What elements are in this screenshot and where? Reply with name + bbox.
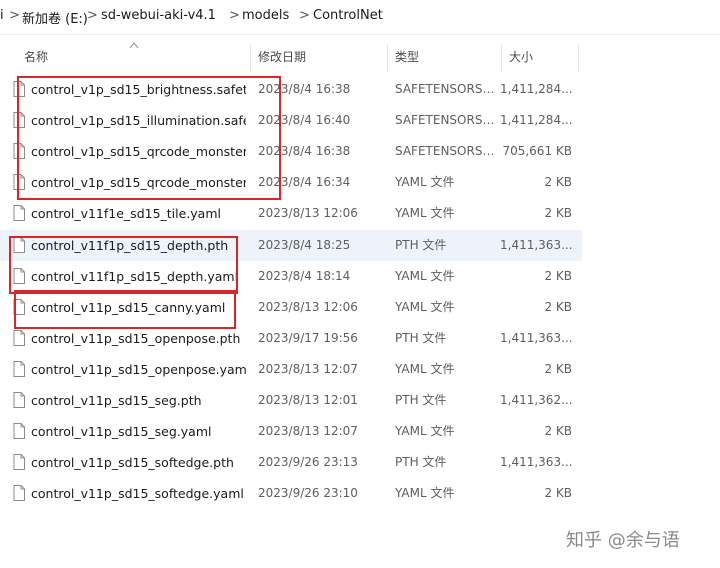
column-divider[interactable]: [578, 44, 579, 72]
file-name: control_v11p_sd15_openpose.yaml: [31, 361, 246, 377]
file-size: 2 KB: [544, 361, 572, 376]
file-type: YAML 文件: [395, 361, 455, 376]
file-size: 1,411,363...: [500, 330, 572, 345]
file-type: PTH 文件: [395, 330, 447, 345]
file-date: 2023/8/13 12:06: [258, 206, 358, 221]
breadcrumb-separator: >: [299, 8, 310, 23]
file-row[interactable]: control_v11p_sd15_seg.pth 2023/8/13 12:01…: [0, 385, 582, 416]
file-type: YAML 文件: [395, 268, 455, 283]
file-size: 2 KB: [544, 299, 572, 314]
file-type: PTH 文件: [395, 237, 447, 252]
file-type: YAML 文件: [395, 486, 455, 501]
file-type: SAFETENSORS ...: [395, 144, 495, 159]
file-size: 2 KB: [544, 486, 572, 501]
breadcrumb-item-drive[interactable]: 新加卷 (E:): [22, 8, 88, 27]
file-size: 1,411,284...: [500, 113, 572, 128]
file-date: 2023/8/4 18:25: [258, 237, 351, 252]
file-row[interactable]: control_v11p_sd15_seg.yaml 2023/8/13 12:0…: [0, 416, 582, 447]
file-type: PTH 文件: [395, 455, 447, 470]
file-name: control_v11p_sd15_softedge.yaml: [31, 486, 244, 502]
file-row[interactable]: control_v11p_sd15_openpose.yaml 2023/8/13…: [0, 354, 582, 385]
highlight-box-v1p-group: [17, 76, 281, 200]
breadcrumb-item-models[interactable]: models: [242, 8, 289, 23]
breadcrumb-separator: >: [87, 8, 98, 23]
file-type: PTH 文件: [395, 393, 447, 407]
column-divider[interactable]: [250, 44, 251, 72]
file-row[interactable]: control_v11p_sd15_softedge.pth 2023/9/26 …: [0, 447, 582, 478]
file-date: 2023/8/13 12:01: [258, 393, 358, 407]
document-icon: [13, 360, 25, 377]
document-icon: [13, 423, 25, 440]
file-date: 2023/8/13 12:06: [258, 299, 358, 314]
highlight-box-depth-group: [9, 236, 238, 294]
file-size: 1,411,363...: [500, 237, 572, 252]
column-header-size[interactable]: 大小: [509, 44, 533, 70]
file-size: 705,661 KB: [502, 144, 572, 159]
file-size: 2 KB: [544, 268, 572, 283]
column-header-name[interactable]: 名称: [24, 44, 48, 70]
file-date: 2023/8/13 12:07: [258, 361, 358, 376]
breadcrumb-item-sd-webui[interactable]: sd-webui-aki-v4.1: [101, 8, 216, 23]
file-name: control_v11p_sd15_seg.pth: [31, 393, 202, 408]
file-type: YAML 文件: [395, 299, 455, 314]
breadcrumb-item-partial[interactable]: i: [0, 8, 4, 23]
file-type: YAML 文件: [395, 175, 455, 190]
address-breadcrumb: i > 新加卷 (E:) > sd-webui-aki-v4.1 > model…: [0, 0, 720, 35]
file-size: 1,411,363...: [500, 455, 572, 470]
document-icon: [13, 205, 25, 222]
file-size: 2 KB: [544, 206, 572, 221]
breadcrumb-separator: >: [229, 8, 240, 23]
file-name: control_v11p_sd15_seg.yaml: [31, 424, 212, 440]
breadcrumb-item-controlnet[interactable]: ControlNet: [313, 8, 383, 23]
file-date: 2023/8/4 18:14: [258, 268, 351, 283]
file-size: 2 KB: [544, 424, 572, 439]
document-icon: [13, 454, 25, 471]
file-date: 2023/9/26 23:13: [258, 455, 358, 470]
file-name: control_v11f1e_sd15_tile.yaml: [31, 206, 221, 222]
file-row[interactable]: control_v11p_sd15_softedge.yaml 2023/9/26…: [0, 478, 582, 509]
highlight-box-canny: [14, 290, 236, 329]
file-row[interactable]: control_v11f1e_sd15_tile.yaml 2023/8/13 1…: [0, 198, 582, 229]
document-icon: [13, 392, 25, 408]
file-name: control_v11p_sd15_softedge.pth: [31, 455, 234, 471]
file-type: SAFETENSORS ...: [395, 113, 495, 128]
watermark-text: 知乎 @余与语: [566, 530, 680, 551]
document-icon: [13, 329, 25, 346]
file-size: 2 KB: [544, 175, 572, 190]
file-size: 1,411,284...: [500, 82, 572, 96]
column-divider[interactable]: [387, 44, 388, 72]
file-date: 2023/9/17 19:56: [258, 330, 358, 345]
sort-ascending-icon: [129, 42, 139, 49]
column-header-type[interactable]: 类型: [395, 44, 419, 70]
breadcrumb-separator: >: [9, 8, 20, 23]
file-type: YAML 文件: [395, 424, 455, 439]
file-date: 2023/9/26 23:10: [258, 486, 358, 501]
file-date: 2023/8/13 12:07: [258, 424, 358, 439]
document-icon: [13, 485, 25, 502]
column-divider[interactable]: [501, 44, 502, 72]
file-type: SAFETENSORS ...: [395, 82, 495, 96]
file-size: 1,411,362...: [500, 393, 572, 407]
column-header-date[interactable]: 修改日期: [258, 44, 306, 70]
file-type: YAML 文件: [395, 206, 455, 221]
